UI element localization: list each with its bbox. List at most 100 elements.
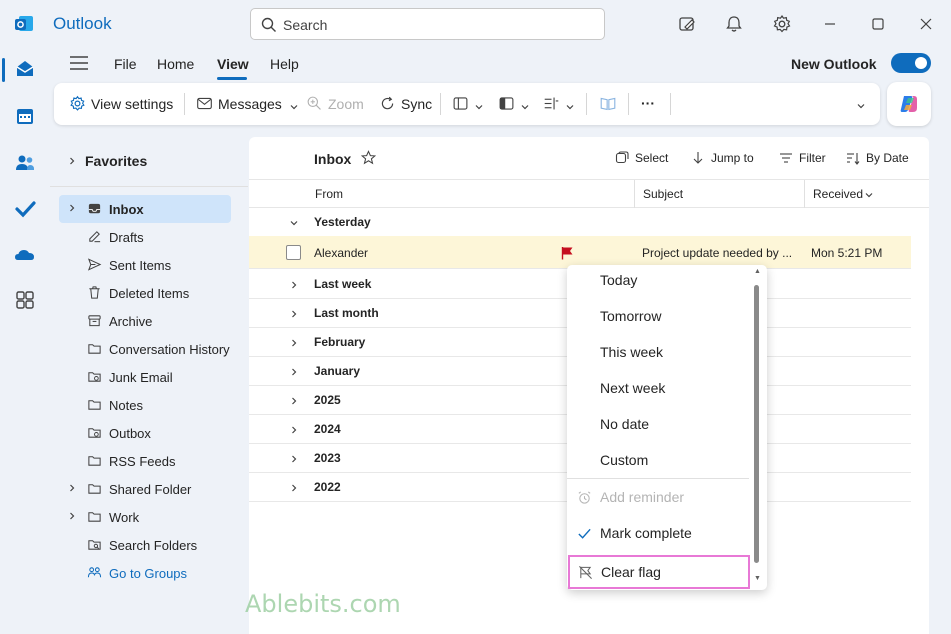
folder-item-conversation-history[interactable]: Conversation History [59,335,231,363]
onedrive-icon[interactable] [13,243,37,267]
tab-help[interactable]: Help [270,56,299,72]
note-edit-icon[interactable] [677,14,697,34]
chevron-right-icon[interactable] [289,425,299,435]
folder-pane-dropdown[interactable] [452,95,489,115]
menu-item-add-reminder[interactable]: Add reminder [567,480,749,516]
chevron-right-icon[interactable] [67,511,77,521]
menu-item-clear-flag[interactable]: Clear flag [568,555,750,589]
maximize-icon[interactable] [868,14,888,34]
mail-icon[interactable] [13,57,37,81]
chevron-down-icon [521,105,529,110]
folder-item-drafts[interactable]: Drafts [59,223,231,251]
search-input[interactable]: Search [283,17,327,33]
favorites-header[interactable]: Favorites [85,153,147,169]
chevron-right-icon[interactable] [67,156,77,166]
mail-list-title: Inbox [314,151,352,167]
scroll-up-arrow[interactable]: ▲ [754,268,761,275]
flag-context-menu: ▲ Today Tomorrow This week Next week No … [567,265,767,590]
folder-label: Search Folders [109,538,198,553]
folder-label: Inbox [109,202,144,217]
chevron-right-icon[interactable] [289,454,299,464]
ribbon-toolbar: View settings Messages Zoom Sync ··· [54,83,880,125]
folder-item-outbox[interactable]: Outbox [59,419,231,447]
gear-icon[interactable] [772,14,792,34]
group-label: Last week [314,277,372,291]
message-received: Mon 5:21 PM [811,246,883,260]
rail-active-indicator [2,58,5,82]
message-checkbox[interactable] [286,245,301,260]
junk-icon [88,372,101,382]
menu-item-today[interactable]: Today [567,263,749,299]
new-outlook-toggle[interactable] [891,53,931,73]
sync-button[interactable]: Sync [379,95,432,115]
folder-item-archive[interactable]: Archive [59,307,231,335]
todo-check-icon[interactable] [13,197,37,221]
chevron-down-icon [290,105,298,110]
folder-item-shared-folder[interactable]: Shared Folder [59,475,231,503]
folder-item-rss-feeds[interactable]: RSS Feeds [59,447,231,475]
menu-item-next-week[interactable]: Next week [567,371,749,407]
sort-button[interactable]: By Date [846,151,909,165]
layout-dropdown[interactable] [543,95,580,115]
chevron-right-icon[interactable] [289,309,299,319]
select-button[interactable]: Select [615,151,668,165]
column-from[interactable]: From [315,187,343,201]
toolbar-divider [440,93,441,115]
flag-icon[interactable] [561,246,574,260]
menu-item-mark-complete[interactable]: Mark complete [567,516,749,552]
tab-home[interactable]: Home [157,56,194,72]
column-subject[interactable]: Subject [643,187,683,201]
folder-label: Deleted Items [109,286,190,301]
folder-item-notes[interactable]: Notes [59,391,231,419]
close-icon[interactable] [916,14,936,34]
chevron-down-icon[interactable] [289,218,299,228]
chevron-right-icon[interactable] [289,367,299,377]
filter-button[interactable]: Filter [779,151,826,165]
chevron-right-icon[interactable] [67,483,77,493]
apps-icon[interactable] [13,288,37,312]
messages-dropdown[interactable]: Messages [196,95,299,115]
chevron-right-icon[interactable] [289,338,299,348]
view-settings-button[interactable]: View settings [69,95,173,115]
chevron-right-icon[interactable] [289,483,299,493]
menu-item-tomorrow[interactable]: Tomorrow [567,299,749,335]
tab-file[interactable]: File [114,56,137,72]
scroll-down-arrow[interactable]: ▼ [754,575,761,582]
chevron-down-icon [475,105,483,110]
zoom-button[interactable]: Zoom [306,95,364,115]
group-header[interactable]: Yesterday [249,208,911,237]
groups-icon [87,567,102,578]
column-received[interactable]: Received [813,187,863,201]
chevron-down-icon[interactable] [856,101,866,111]
folder-item-junk-email[interactable]: Junk Email [59,363,231,391]
folder-item-inbox[interactable]: Inbox [59,195,231,223]
column-divider[interactable] [634,180,635,208]
folder-item-sent-items[interactable]: Sent Items [59,251,231,279]
menu-scrollbar[interactable] [754,285,759,563]
folder-item-search-folders[interactable]: Search Folders [59,531,231,559]
folder-icon [88,456,101,466]
chevron-right-icon[interactable] [67,203,77,213]
star-icon[interactable] [361,150,376,165]
tab-view[interactable]: View [217,56,249,72]
immersive-reader-button[interactable] [599,95,622,115]
reading-pane-dropdown[interactable] [498,95,535,115]
folder-item-deleted-items[interactable]: Deleted Items [59,279,231,307]
minimize-icon[interactable] [820,14,840,34]
folder-item-work[interactable]: Work [59,503,231,531]
hamburger-menu-icon[interactable] [70,56,88,70]
menu-item-no-date[interactable]: No date [567,407,749,443]
copilot-button[interactable] [887,82,931,126]
column-divider[interactable] [804,180,805,208]
jump-to-button[interactable]: Jump to [691,151,754,165]
go-to-groups-link[interactable]: Go to Groups [59,559,231,587]
calendar-icon[interactable] [13,104,37,128]
people-icon[interactable] [13,151,37,175]
more-options-button[interactable]: ··· [641,95,655,115]
chevron-right-icon[interactable] [289,396,299,406]
menu-item-custom[interactable]: Custom [567,443,749,479]
bell-icon[interactable] [724,14,744,34]
chevron-right-icon[interactable] [289,280,299,290]
search-box[interactable]: Search [250,8,605,40]
menu-item-this-week[interactable]: This week [567,335,749,371]
